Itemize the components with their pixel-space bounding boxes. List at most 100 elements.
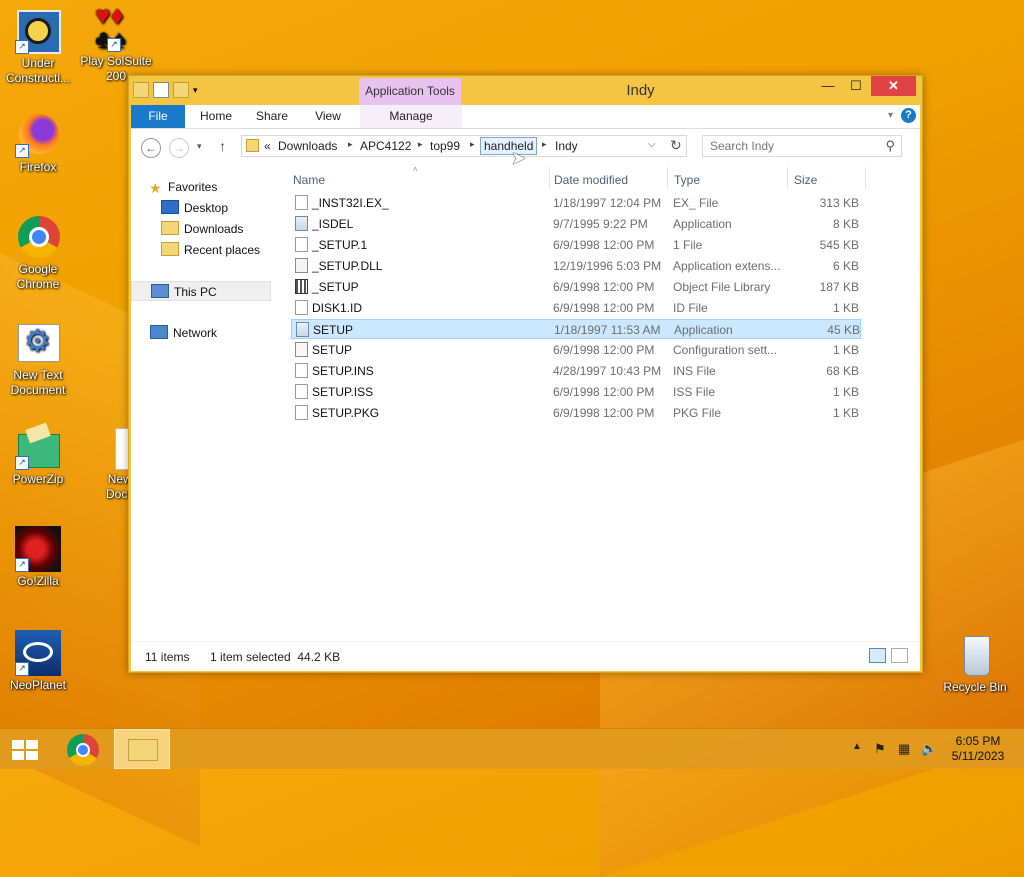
file-row[interactable]: SETUP.INS 4/28/1997 10:43 PM INS File 68 KB bbox=[291, 361, 861, 381]
help-button[interactable]: ? bbox=[901, 108, 916, 123]
column-header-date-modified[interactable]: Date modified bbox=[554, 173, 628, 187]
search-input[interactable]: Search Indy bbox=[710, 139, 774, 153]
desktop-icon-firefox[interactable]: ↗ Firefox bbox=[0, 112, 76, 175]
breadcrumb-overflow[interactable]: « bbox=[264, 138, 271, 154]
tab-view[interactable]: View bbox=[305, 105, 351, 128]
breadcrumb-apc4122[interactable]: APC4122 bbox=[360, 138, 411, 154]
system-clock[interactable]: 6:05 PM 5/11/2023 bbox=[946, 734, 1010, 764]
nav-network[interactable]: Network bbox=[150, 323, 217, 343]
folder-icon bbox=[246, 139, 259, 152]
maximize-button[interactable]: ☐ bbox=[841, 76, 871, 96]
application-file-icon bbox=[295, 216, 308, 231]
desktop-icon-neoplanet[interactable]: ↗ NeoPlanet bbox=[0, 630, 76, 693]
file-row[interactable]: _SETUP.1 6/9/1998 12:00 PM 1 File 545 KB bbox=[291, 235, 861, 255]
nav-favorites[interactable]: ★ Favorites bbox=[149, 177, 217, 197]
nav-desktop[interactable]: Desktop bbox=[161, 198, 228, 218]
column-header-size[interactable]: Size bbox=[794, 173, 817, 187]
new-folder-icon[interactable] bbox=[173, 82, 189, 98]
file-row[interactable]: _SETUP.DLL 12/19/1996 5:03 PM Application … bbox=[291, 256, 861, 276]
file-row[interactable]: _SETUP 6/9/1998 12:00 PM Object File Libra… bbox=[291, 277, 861, 297]
column-divider[interactable] bbox=[667, 167, 668, 189]
shortcut-arrow-icon: ↗ bbox=[107, 38, 121, 52]
nav-downloads[interactable]: Downloads bbox=[161, 219, 243, 239]
file-row[interactable]: SETUP.PKG 6/9/1998 12:00 PM PKG File 1 KB bbox=[291, 403, 861, 423]
file-row[interactable]: SETUP 1/18/1997 11:53 AM Application 45 KB bbox=[291, 319, 861, 339]
column-divider[interactable] bbox=[549, 167, 550, 189]
tab-manage[interactable]: Manage bbox=[360, 105, 462, 128]
address-bar[interactable]: « Downloads ▸ APC4122 ▸ top99 ▸ handheld… bbox=[241, 135, 687, 157]
desktop-icon-new-text-document[interactable]: ⚙ New Text Document bbox=[0, 320, 76, 398]
recent-locations-chevron-icon[interactable]: ▾ bbox=[197, 141, 202, 152]
large-icons-view-button[interactable] bbox=[891, 648, 908, 663]
chevron-down-icon[interactable]: ▾ bbox=[193, 83, 203, 97]
quick-access-toolbar: ▾ bbox=[133, 82, 203, 98]
folder-icon[interactable] bbox=[133, 82, 149, 98]
tab-file[interactable]: File bbox=[131, 105, 185, 128]
address-dropdown-icon[interactable]: ⌵ bbox=[648, 139, 656, 150]
config-file-icon bbox=[295, 342, 308, 357]
show-hidden-icons-icon[interactable]: ▲ bbox=[852, 741, 862, 752]
close-button[interactable]: ✕ bbox=[871, 76, 916, 96]
desktop-icon-golzilla[interactable]: ↗ Go!Zilla bbox=[0, 526, 76, 589]
file-file-icon bbox=[295, 405, 308, 420]
sort-ascending-icon: ˄ bbox=[413, 165, 418, 174]
column-header-name[interactable]: Name bbox=[293, 173, 325, 187]
nav-this-pc[interactable]: This PC bbox=[131, 281, 271, 301]
refresh-icon[interactable]: ↻ bbox=[670, 137, 682, 154]
file-row[interactable]: _INST32I.EX_ 1/18/1997 12:04 PM EX_ File 31… bbox=[291, 193, 861, 213]
clock-date: 5/11/2023 bbox=[951, 749, 1005, 763]
file-date-modified: 6/9/1998 12:00 PM bbox=[553, 343, 655, 357]
forward-button[interactable]: → bbox=[169, 138, 189, 158]
file-name: _ISDEL bbox=[312, 217, 354, 231]
desktop-icon-recycle-bin[interactable]: Recycle Bin bbox=[937, 632, 1013, 695]
minimize-button[interactable]: — bbox=[813, 76, 843, 96]
file-row[interactable]: DISK1.ID 6/9/1998 12:00 PM ID File 1 KB bbox=[291, 298, 861, 318]
properties-icon[interactable] bbox=[153, 82, 169, 98]
column-header-type[interactable]: Type bbox=[674, 173, 700, 187]
file-row[interactable]: SETUP 6/9/1998 12:00 PM Configuration sett… bbox=[291, 340, 861, 360]
network-tray-icon[interactable]: ▦ bbox=[898, 741, 910, 757]
action-center-flag-icon[interactable]: ⚑ bbox=[874, 741, 886, 757]
taskbar-file-explorer[interactable] bbox=[114, 729, 170, 769]
breadcrumb-indy[interactable]: Indy bbox=[555, 138, 578, 154]
desktop-icon-powerzip[interactable]: ↗ PowerZip bbox=[0, 422, 76, 487]
neoplanet-icon: ↗ bbox=[15, 630, 61, 676]
file-date-modified: 6/9/1998 12:00 PM bbox=[553, 301, 655, 315]
breadcrumb-top99[interactable]: top99 bbox=[430, 138, 460, 154]
library-file-icon bbox=[295, 279, 308, 294]
desktop-icon bbox=[161, 200, 179, 214]
title-bar[interactable]: ▾ Application Tools Indy — ☐ ✕ bbox=[129, 76, 922, 106]
desktop-icon-label: PowerZip bbox=[12, 472, 64, 486]
volume-muted-icon[interactable]: 🔈 bbox=[921, 741, 937, 757]
tab-home[interactable]: Home bbox=[193, 105, 239, 128]
breadcrumb-handheld[interactable]: handheld bbox=[480, 137, 538, 155]
details-view-button[interactable] bbox=[869, 648, 886, 663]
file-size: 6 KB bbox=[832, 259, 859, 273]
desktop-icon-google-chrome[interactable]: Google Chrome bbox=[0, 214, 76, 292]
back-button[interactable]: ← bbox=[141, 138, 161, 158]
tab-share[interactable]: Share bbox=[249, 105, 295, 128]
column-divider[interactable] bbox=[787, 167, 788, 189]
up-arrow-icon[interactable]: ↑ bbox=[219, 138, 226, 154]
application-tools-context-tab: Application Tools bbox=[359, 78, 461, 106]
nav-recent-places[interactable]: Recent places bbox=[161, 240, 260, 260]
taskbar-chrome[interactable] bbox=[56, 729, 112, 769]
desktop-icon-label: Google Chrome bbox=[16, 262, 60, 291]
breadcrumb-separator-icon[interactable]: ▸ bbox=[470, 139, 475, 150]
expand-ribbon-icon[interactable]: ▾ bbox=[888, 110, 893, 121]
desktop-icon-under-construction[interactable]: ↗ Under Constructi... bbox=[0, 8, 76, 86]
start-button[interactable] bbox=[0, 729, 56, 769]
column-divider[interactable] bbox=[865, 167, 866, 189]
file-explorer-icon bbox=[128, 739, 158, 761]
breadcrumb-separator-icon[interactable]: ▸ bbox=[348, 139, 353, 150]
breadcrumb-separator-icon[interactable]: ▸ bbox=[542, 139, 547, 150]
file-row[interactable]: _ISDEL 9/7/1995 9:22 PM Application 8 KB bbox=[291, 214, 861, 234]
search-box[interactable]: Search Indy ⚲ bbox=[702, 135, 902, 157]
breadcrumb-separator-icon[interactable]: ▸ bbox=[418, 139, 423, 150]
breadcrumb-downloads[interactable]: Downloads bbox=[278, 138, 337, 154]
network-icon bbox=[150, 325, 168, 339]
desktop-icon-play-solsuite[interactable]: ♥♦ ♣♠ ↗ Play SolSuite 200 bbox=[78, 2, 154, 84]
search-icon[interactable]: ⚲ bbox=[885, 138, 895, 154]
file-size: 45 KB bbox=[827, 323, 860, 337]
file-row[interactable]: SETUP.ISS 6/9/1998 12:00 PM ISS File 1 KB bbox=[291, 382, 861, 402]
